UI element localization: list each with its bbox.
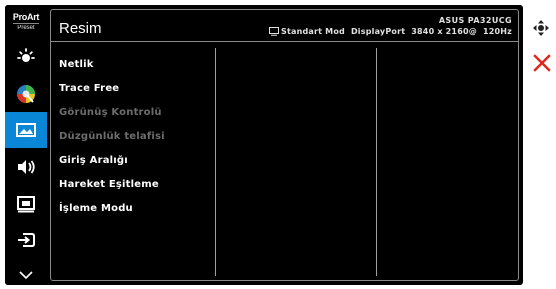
column-divider-1 bbox=[215, 48, 216, 276]
menu-item-hareket-esitleme[interactable]: Hareket Eşitleme bbox=[59, 178, 209, 202]
speaker-icon bbox=[18, 160, 35, 174]
status-header: ASUS PA32UCG Standart Mod DisplayPort 38… bbox=[269, 16, 512, 36]
sidebar-item-color[interactable] bbox=[5, 76, 47, 112]
input-select-icon bbox=[18, 233, 35, 247]
image-icon bbox=[16, 123, 36, 137]
status-line: Standart Mod DisplayPort 3840 x 2160@ 12… bbox=[269, 27, 512, 36]
sidebar-item-image[interactable] bbox=[5, 112, 47, 148]
brightness-icon bbox=[17, 48, 35, 62]
osd-menu: ProArt Preset Resim ASUS PA32UCG Standar… bbox=[5, 5, 523, 285]
chevron-down-icon bbox=[19, 271, 33, 280]
logo-divider bbox=[13, 23, 39, 24]
menu-item-trace-free[interactable]: Trace Free bbox=[59, 82, 209, 106]
preset-mode: Standart Mod bbox=[269, 27, 345, 36]
proart-preset-logo[interactable]: ProArt Preset bbox=[8, 8, 44, 36]
menu-item-netlik[interactable]: Netlik bbox=[59, 58, 209, 82]
sidebar-item-pip[interactable] bbox=[5, 186, 47, 222]
monitor-model: ASUS PA32UCG bbox=[438, 16, 512, 25]
menu-item-gorunus-kontrolu: Görünüş Kontrolü bbox=[59, 107, 162, 118]
menu-item-giris-araligi[interactable]: Giriş Aralığı bbox=[59, 154, 209, 178]
sidebar-item-sound[interactable] bbox=[5, 149, 47, 185]
pip-icon bbox=[17, 196, 35, 213]
column-divider-2 bbox=[376, 48, 377, 276]
preset-mode-label: Standart Mod bbox=[281, 27, 345, 36]
header-divider bbox=[51, 41, 518, 42]
menu-item-duzgunluk-telafisi: Düzgünlük telafisi bbox=[59, 131, 165, 142]
logo-text-line1: ProArt bbox=[12, 12, 40, 22]
close-icon[interactable] bbox=[533, 54, 551, 72]
sidebar-item-input[interactable] bbox=[5, 222, 47, 258]
menu-item-isleme-modu[interactable]: İşleme Modu bbox=[59, 202, 209, 226]
monitor-icon bbox=[269, 27, 279, 36]
logo-text-line2: Preset bbox=[17, 25, 35, 31]
menu-list: Netlik Trace Free Görünüş Kontrolü Düzgü… bbox=[59, 58, 209, 226]
sidebar: ProArt Preset bbox=[5, 5, 47, 285]
input-source: DisplayPort bbox=[350, 27, 406, 36]
color-palette-icon bbox=[17, 85, 35, 103]
sidebar-item-more[interactable] bbox=[5, 257, 47, 285]
refresh-rate: 120Hz bbox=[482, 27, 512, 36]
navigate-joystick-icon[interactable] bbox=[532, 19, 550, 37]
page-title: Resim bbox=[59, 20, 102, 37]
menu-panel: Resim ASUS PA32UCG Standart Mod DisplayP… bbox=[50, 9, 519, 281]
sidebar-item-brightness[interactable] bbox=[5, 39, 47, 75]
resolution: 3840 x 2160@ bbox=[411, 27, 477, 36]
